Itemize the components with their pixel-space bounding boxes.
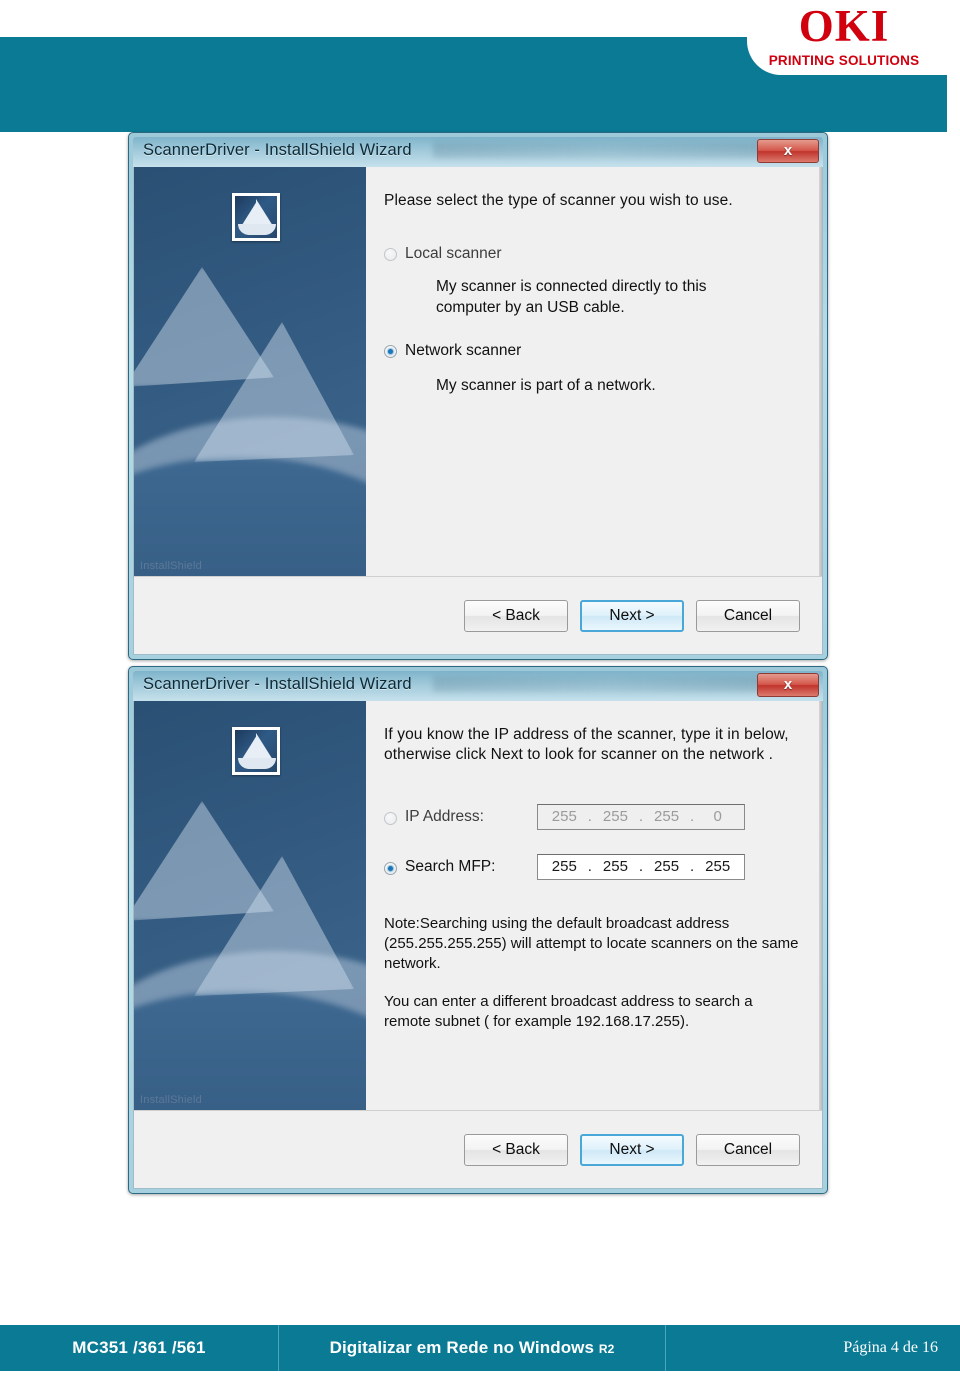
radio-icon-local-scanner[interactable] xyxy=(384,248,397,262)
oki-logo: OKI PRINTING SOLUTIONS xyxy=(754,4,934,68)
dialog2-content-edge xyxy=(819,701,822,1110)
broadcast-note-primary: Note:Searching using the default broadca… xyxy=(384,914,799,972)
header-right-margin xyxy=(947,0,960,132)
dialog1-title: ScannerDriver - InstallShield Wizard xyxy=(143,141,412,159)
swoosh-dark-shape xyxy=(134,457,366,576)
footer-doc-revision: R2 xyxy=(598,1342,615,1356)
description-local-scanner: My scanner is connected directly to this… xyxy=(436,278,707,316)
dialog1-content-edge xyxy=(819,167,822,576)
dialog2-button-bar: < Back Next > Cancel xyxy=(134,1110,822,1188)
radio-icon-network-scanner[interactable] xyxy=(384,344,397,358)
radio-icon-ip-address[interactable] xyxy=(384,811,397,825)
ip-address-octet-4: 0 xyxy=(713,808,722,826)
sailboat-icon-hull xyxy=(238,758,276,769)
next-button[interactable]: Next > xyxy=(580,1133,684,1166)
sailboat-icon-sail-right xyxy=(256,733,273,760)
radio-icon-search-mfp[interactable] xyxy=(384,861,397,875)
back-button[interactable]: < Back xyxy=(464,599,568,632)
cancel-button[interactable]: Cancel xyxy=(696,1133,800,1166)
search-mfp-octet-3: 255 xyxy=(654,858,680,876)
dialog2-main: InstallShield If you know the IP address… xyxy=(134,701,822,1110)
ip-address-octet-2: 255 xyxy=(602,808,628,826)
swoosh-dark-shape xyxy=(134,991,366,1110)
search-mfp-row[interactable]: Search MFP: 255 . 255 . 255 . 255 xyxy=(384,853,804,880)
radio-option-network-scanner[interactable]: Network scanner xyxy=(384,342,804,360)
dialog2-installshield-mark: InstallShield xyxy=(140,1094,202,1106)
ip-address-octet-3: 255 xyxy=(654,808,680,826)
dialog2-title: ScannerDriver - InstallShield Wizard xyxy=(143,675,412,693)
page-root: OKI PRINTING SOLUTIONS ScannerDriver - I… xyxy=(0,0,960,1377)
ip-address-input[interactable]: 255 . 255 . 255 . 0 xyxy=(537,803,745,830)
dialog2-side-graphic: InstallShield xyxy=(134,701,366,1110)
footer-doc-title: Digitalizar em Rede no Windows R2 xyxy=(279,1338,665,1358)
search-mfp-separator: . xyxy=(587,858,592,876)
installshield-dialog-ip-address: ScannerDriver - InstallShield Wizard x I… xyxy=(128,666,828,1194)
ip-address-separator: . xyxy=(690,808,695,826)
radio-label-search-mfp: Search MFP: xyxy=(405,857,496,875)
dialog2-titlebar-blur xyxy=(433,676,783,692)
footer-page-number: Página 4 de 16 xyxy=(843,1339,938,1356)
sailboat-icon-art xyxy=(235,730,277,772)
radio-option-local-scanner[interactable]: Local scanner xyxy=(384,245,804,263)
close-icon[interactable]: x xyxy=(757,139,819,163)
radio-label-local-scanner: Local scanner xyxy=(405,245,502,263)
dialog1-main: InstallShield Please select the type of … xyxy=(134,167,822,576)
sailboat-icon-hull xyxy=(238,224,276,235)
sailboat-icon-sail-right xyxy=(256,199,273,226)
oki-logo-tagline: PRINTING SOLUTIONS xyxy=(768,53,920,68)
dialog1-body: InstallShield Please select the type of … xyxy=(133,167,823,655)
dialog2-content: If you know the IP address of the scanne… xyxy=(366,701,822,1110)
broadcast-note-secondary: You can enter a different broadcast addr… xyxy=(384,992,753,1030)
search-mfp-octet-2: 255 xyxy=(602,858,628,876)
ip-address-separator: . xyxy=(638,808,644,826)
dialog1-titlebar[interactable]: ScannerDriver - InstallShield Wizard x xyxy=(133,137,823,167)
footer-model: MC351 /361 /561 xyxy=(72,1338,206,1357)
next-button[interactable]: Next > xyxy=(580,599,684,632)
search-mfp-octet-4: 255 xyxy=(705,858,731,876)
radio-label-network-scanner: Network scanner xyxy=(405,341,522,359)
installshield-dialog-scanner-type: ScannerDriver - InstallShield Wizard x I… xyxy=(128,132,828,660)
description-network-scanner: My scanner is part of a network. xyxy=(436,376,656,394)
sailboat-icon xyxy=(232,193,280,241)
ip-address-octet-1: 255 xyxy=(551,808,577,826)
search-mfp-separator: . xyxy=(690,858,695,876)
footer-doc-title-text: Digitalizar em Rede no Windows xyxy=(329,1338,595,1357)
page-footer: MC351 /361 /561 Digitalizar em Rede no W… xyxy=(0,1325,960,1371)
dialog1-content: Please select the type of scanner you wi… xyxy=(366,167,822,576)
dialog1-prompt: Please select the type of scanner you wi… xyxy=(384,192,733,209)
dialog1-installshield-mark: InstallShield xyxy=(140,560,202,572)
ip-address-separator: . xyxy=(587,808,592,826)
sailboat-icon-art xyxy=(235,196,277,238)
search-mfp-octet-1: 255 xyxy=(551,858,577,876)
search-mfp-input[interactable]: 255 . 255 . 255 . 255 xyxy=(537,853,745,880)
back-button[interactable]: < Back xyxy=(464,1133,568,1166)
oki-logo-wordmark: OKI xyxy=(798,1,890,51)
close-icon[interactable]: x xyxy=(757,673,819,697)
dialog1-button-bar: < Back Next > Cancel xyxy=(134,576,822,654)
sailboat-icon xyxy=(232,727,280,775)
dialog1-side-graphic: InstallShield xyxy=(134,167,366,576)
sailboat-icon-sail-left xyxy=(242,735,257,759)
dialog2-prompt: If you know the IP address of the scanne… xyxy=(384,726,789,764)
ip-address-row[interactable]: IP Address: 255 . 255 . 255 . 0 xyxy=(384,803,804,830)
dialog2-body: InstallShield If you know the IP address… xyxy=(133,701,823,1189)
sailboat-icon-sail-left xyxy=(242,201,257,225)
dialog1-titlebar-blur xyxy=(433,142,783,158)
radio-label-ip-address: IP Address: xyxy=(405,807,484,825)
dialog2-titlebar[interactable]: ScannerDriver - InstallShield Wizard x xyxy=(133,671,823,701)
search-mfp-separator: . xyxy=(638,858,644,876)
page-header: OKI PRINTING SOLUTIONS xyxy=(0,0,960,132)
cancel-button[interactable]: Cancel xyxy=(696,599,800,632)
